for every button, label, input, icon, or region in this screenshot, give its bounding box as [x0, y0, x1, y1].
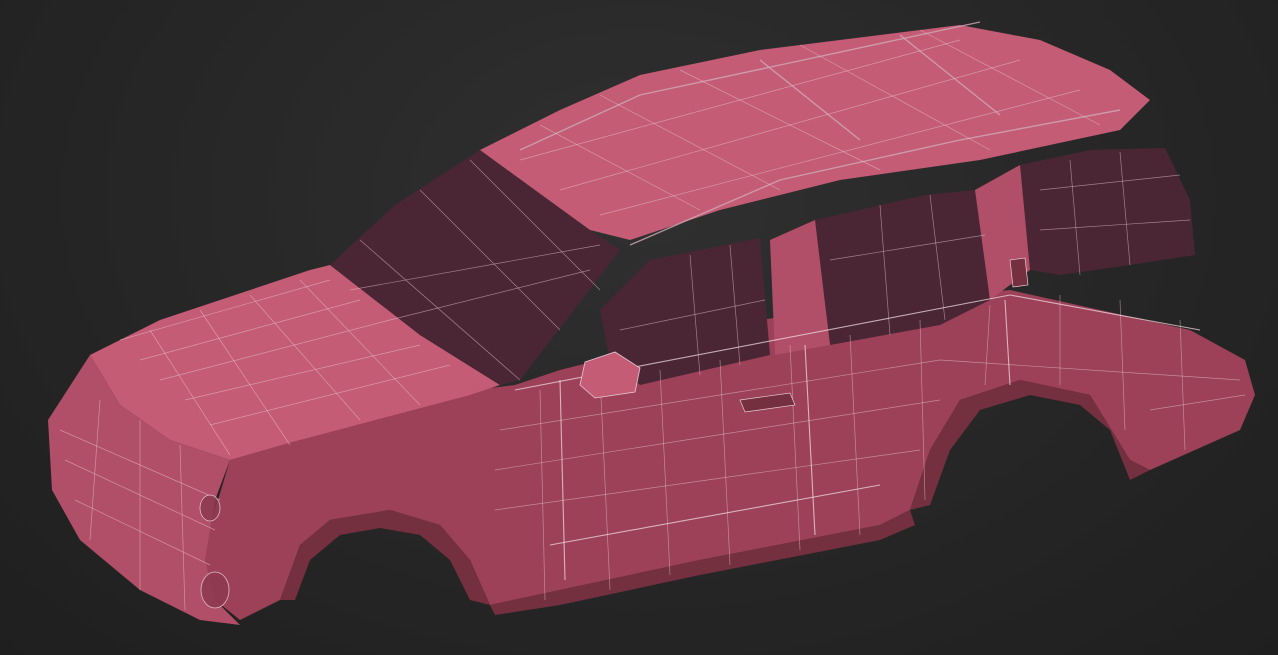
rear-door-handle	[1009, 257, 1029, 288]
fog-light-left	[200, 571, 230, 609]
3d-viewport[interactable]	[0, 0, 1278, 655]
headlight	[199, 494, 221, 522]
suv-body-mesh[interactable]	[0, 0, 1278, 655]
quarter-window-opening	[1020, 148, 1195, 275]
